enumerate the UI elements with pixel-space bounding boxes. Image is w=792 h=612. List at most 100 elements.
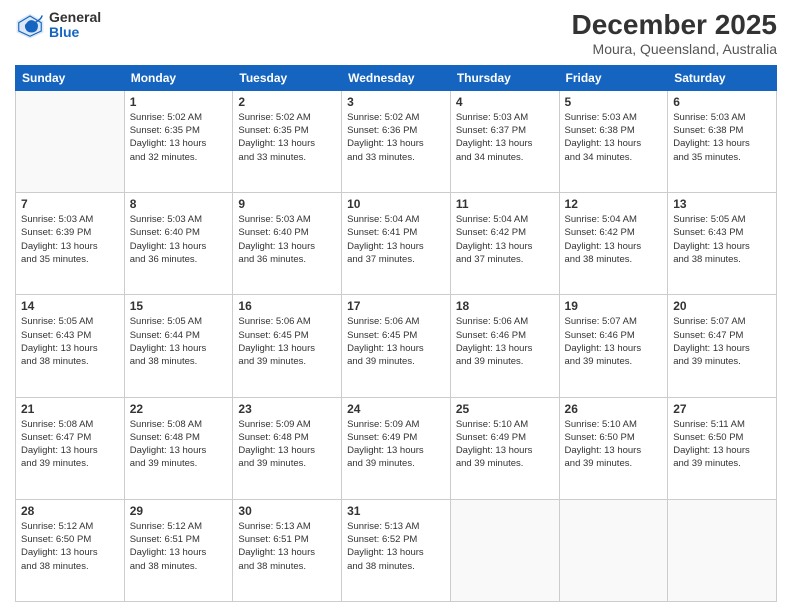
- day-info: Sunrise: 5:03 AM Sunset: 6:37 PM Dayligh…: [456, 111, 554, 164]
- day-number: 20: [673, 299, 771, 313]
- table-row: 4 Sunrise: 5:03 AM Sunset: 6:37 PM Daylig…: [450, 90, 559, 192]
- table-row: [450, 499, 559, 601]
- day-info: Sunrise: 5:05 AM Sunset: 6:43 PM Dayligh…: [673, 213, 771, 266]
- header-saturday: Saturday: [668, 65, 777, 90]
- day-number: 13: [673, 197, 771, 211]
- table-row: 3 Sunrise: 5:02 AM Sunset: 6:36 PM Daylig…: [342, 90, 451, 192]
- calendar-week-1: 1 Sunrise: 5:02 AM Sunset: 6:35 PM Daylig…: [16, 90, 777, 192]
- day-info: Sunrise: 5:02 AM Sunset: 6:35 PM Dayligh…: [238, 111, 336, 164]
- day-info: Sunrise: 5:05 AM Sunset: 6:43 PM Dayligh…: [21, 315, 119, 368]
- day-number: 23: [238, 402, 336, 416]
- day-info: Sunrise: 5:04 AM Sunset: 6:41 PM Dayligh…: [347, 213, 445, 266]
- day-number: 31: [347, 504, 445, 518]
- day-info: Sunrise: 5:03 AM Sunset: 6:40 PM Dayligh…: [238, 213, 336, 266]
- day-info: Sunrise: 5:05 AM Sunset: 6:44 PM Dayligh…: [130, 315, 228, 368]
- day-number: 29: [130, 504, 228, 518]
- table-row: 12 Sunrise: 5:04 AM Sunset: 6:42 PM Dayli…: [559, 193, 668, 295]
- logo-blue-text: Blue: [49, 25, 101, 40]
- day-info: Sunrise: 5:13 AM Sunset: 6:51 PM Dayligh…: [238, 520, 336, 573]
- day-info: Sunrise: 5:12 AM Sunset: 6:51 PM Dayligh…: [130, 520, 228, 573]
- table-row: 23Sunrise: 5:09 AM Sunset: 6:48 PM Dayli…: [233, 397, 342, 499]
- day-number: 4: [456, 95, 554, 109]
- month-title: December 2025: [572, 10, 777, 41]
- logo-general-text: General: [49, 10, 101, 25]
- table-row: 15Sunrise: 5:05 AM Sunset: 6:44 PM Dayli…: [124, 295, 233, 397]
- day-info: Sunrise: 5:10 AM Sunset: 6:50 PM Dayligh…: [565, 418, 663, 471]
- day-number: 14: [21, 299, 119, 313]
- table-row: 20Sunrise: 5:07 AM Sunset: 6:47 PM Dayli…: [668, 295, 777, 397]
- table-row: 2Sunrise: 5:02 AM Sunset: 6:35 PM Daylig…: [233, 90, 342, 192]
- day-number: 19: [565, 299, 663, 313]
- table-row: 5 Sunrise: 5:03 AM Sunset: 6:38 PM Daylig…: [559, 90, 668, 192]
- table-row: 1 Sunrise: 5:02 AM Sunset: 6:35 PM Daylig…: [124, 90, 233, 192]
- day-info: Sunrise: 5:08 AM Sunset: 6:47 PM Dayligh…: [21, 418, 119, 471]
- day-number: 17: [347, 299, 445, 313]
- table-row: 29 Sunrise: 5:12 AM Sunset: 6:51 PM Dayli…: [124, 499, 233, 601]
- day-info: Sunrise: 5:02 AM Sunset: 6:36 PM Dayligh…: [347, 111, 445, 164]
- table-row: 30 Sunrise: 5:13 AM Sunset: 6:51 PM Dayli…: [233, 499, 342, 601]
- table-row: 27 Sunrise: 5:11 AM Sunset: 6:50 PM Dayli…: [668, 397, 777, 499]
- header-wednesday: Wednesday: [342, 65, 451, 90]
- day-number: 16: [238, 299, 336, 313]
- table-row: 16 Sunrise: 5:06 AM Sunset: 6:45 PM Dayli…: [233, 295, 342, 397]
- table-row: 6 Sunrise: 5:03 AM Sunset: 6:38 PM Daylig…: [668, 90, 777, 192]
- table-row: 21 Sunrise: 5:08 AM Sunset: 6:47 PM Dayli…: [16, 397, 125, 499]
- day-info: Sunrise: 5:11 AM Sunset: 6:50 PM Dayligh…: [673, 418, 771, 471]
- day-info: Sunrise: 5:09 AM Sunset: 6:49 PM Dayligh…: [347, 418, 445, 471]
- table-row: 7 Sunrise: 5:03 AM Sunset: 6:39 PM Daylig…: [16, 193, 125, 295]
- day-number: 25: [456, 402, 554, 416]
- calendar-week-3: 14 Sunrise: 5:05 AM Sunset: 6:43 PM Dayli…: [16, 295, 777, 397]
- page: General Blue December 2025 Moura, Queens…: [0, 0, 792, 612]
- table-row: 24Sunrise: 5:09 AM Sunset: 6:49 PM Dayli…: [342, 397, 451, 499]
- day-info: Sunrise: 5:08 AM Sunset: 6:48 PM Dayligh…: [130, 418, 228, 471]
- day-number: 6: [673, 95, 771, 109]
- day-number: 8: [130, 197, 228, 211]
- day-number: 26: [565, 402, 663, 416]
- table-row: 22Sunrise: 5:08 AM Sunset: 6:48 PM Dayli…: [124, 397, 233, 499]
- table-row: 19Sunrise: 5:07 AM Sunset: 6:46 PM Dayli…: [559, 295, 668, 397]
- day-number: 30: [238, 504, 336, 518]
- table-row: [16, 90, 125, 192]
- day-number: 7: [21, 197, 119, 211]
- day-number: 1: [130, 95, 228, 109]
- table-row: 10 Sunrise: 5:04 AM Sunset: 6:41 PM Dayli…: [342, 193, 451, 295]
- day-info: Sunrise: 5:03 AM Sunset: 6:39 PM Dayligh…: [21, 213, 119, 266]
- logo-text: General Blue: [49, 10, 101, 41]
- table-row: 14 Sunrise: 5:05 AM Sunset: 6:43 PM Dayli…: [16, 295, 125, 397]
- table-row: [668, 499, 777, 601]
- day-number: 27: [673, 402, 771, 416]
- day-info: Sunrise: 5:06 AM Sunset: 6:46 PM Dayligh…: [456, 315, 554, 368]
- table-row: 31Sunrise: 5:13 AM Sunset: 6:52 PM Dayli…: [342, 499, 451, 601]
- day-number: 10: [347, 197, 445, 211]
- day-info: Sunrise: 5:03 AM Sunset: 6:40 PM Dayligh…: [130, 213, 228, 266]
- day-info: Sunrise: 5:02 AM Sunset: 6:35 PM Dayligh…: [130, 111, 228, 164]
- day-number: 28: [21, 504, 119, 518]
- day-number: 21: [21, 402, 119, 416]
- day-number: 12: [565, 197, 663, 211]
- table-row: 18Sunrise: 5:06 AM Sunset: 6:46 PM Dayli…: [450, 295, 559, 397]
- day-info: Sunrise: 5:03 AM Sunset: 6:38 PM Dayligh…: [673, 111, 771, 164]
- header: General Blue December 2025 Moura, Queens…: [15, 10, 777, 57]
- header-friday: Friday: [559, 65, 668, 90]
- table-row: 28 Sunrise: 5:12 AM Sunset: 6:50 PM Dayli…: [16, 499, 125, 601]
- header-sunday: Sunday: [16, 65, 125, 90]
- table-row: 8 Sunrise: 5:03 AM Sunset: 6:40 PM Daylig…: [124, 193, 233, 295]
- day-number: 11: [456, 197, 554, 211]
- day-info: Sunrise: 5:04 AM Sunset: 6:42 PM Dayligh…: [456, 213, 554, 266]
- day-info: Sunrise: 5:12 AM Sunset: 6:50 PM Dayligh…: [21, 520, 119, 573]
- day-number: 3: [347, 95, 445, 109]
- table-row: 11 Sunrise: 5:04 AM Sunset: 6:42 PM Dayli…: [450, 193, 559, 295]
- calendar-week-4: 21 Sunrise: 5:08 AM Sunset: 6:47 PM Dayli…: [16, 397, 777, 499]
- table-row: [559, 499, 668, 601]
- table-row: 25Sunrise: 5:10 AM Sunset: 6:49 PM Dayli…: [450, 397, 559, 499]
- day-info: Sunrise: 5:03 AM Sunset: 6:38 PM Dayligh…: [565, 111, 663, 164]
- day-number: 5: [565, 95, 663, 109]
- calendar-table: Sunday Monday Tuesday Wednesday Thursday…: [15, 65, 777, 602]
- table-row: 17Sunrise: 5:06 AM Sunset: 6:45 PM Dayli…: [342, 295, 451, 397]
- day-number: 9: [238, 197, 336, 211]
- header-monday: Monday: [124, 65, 233, 90]
- day-info: Sunrise: 5:06 AM Sunset: 6:45 PM Dayligh…: [238, 315, 336, 368]
- calendar-header-row: Sunday Monday Tuesday Wednesday Thursday…: [16, 65, 777, 90]
- title-block: December 2025 Moura, Queensland, Austral…: [572, 10, 777, 57]
- day-info: Sunrise: 5:04 AM Sunset: 6:42 PM Dayligh…: [565, 213, 663, 266]
